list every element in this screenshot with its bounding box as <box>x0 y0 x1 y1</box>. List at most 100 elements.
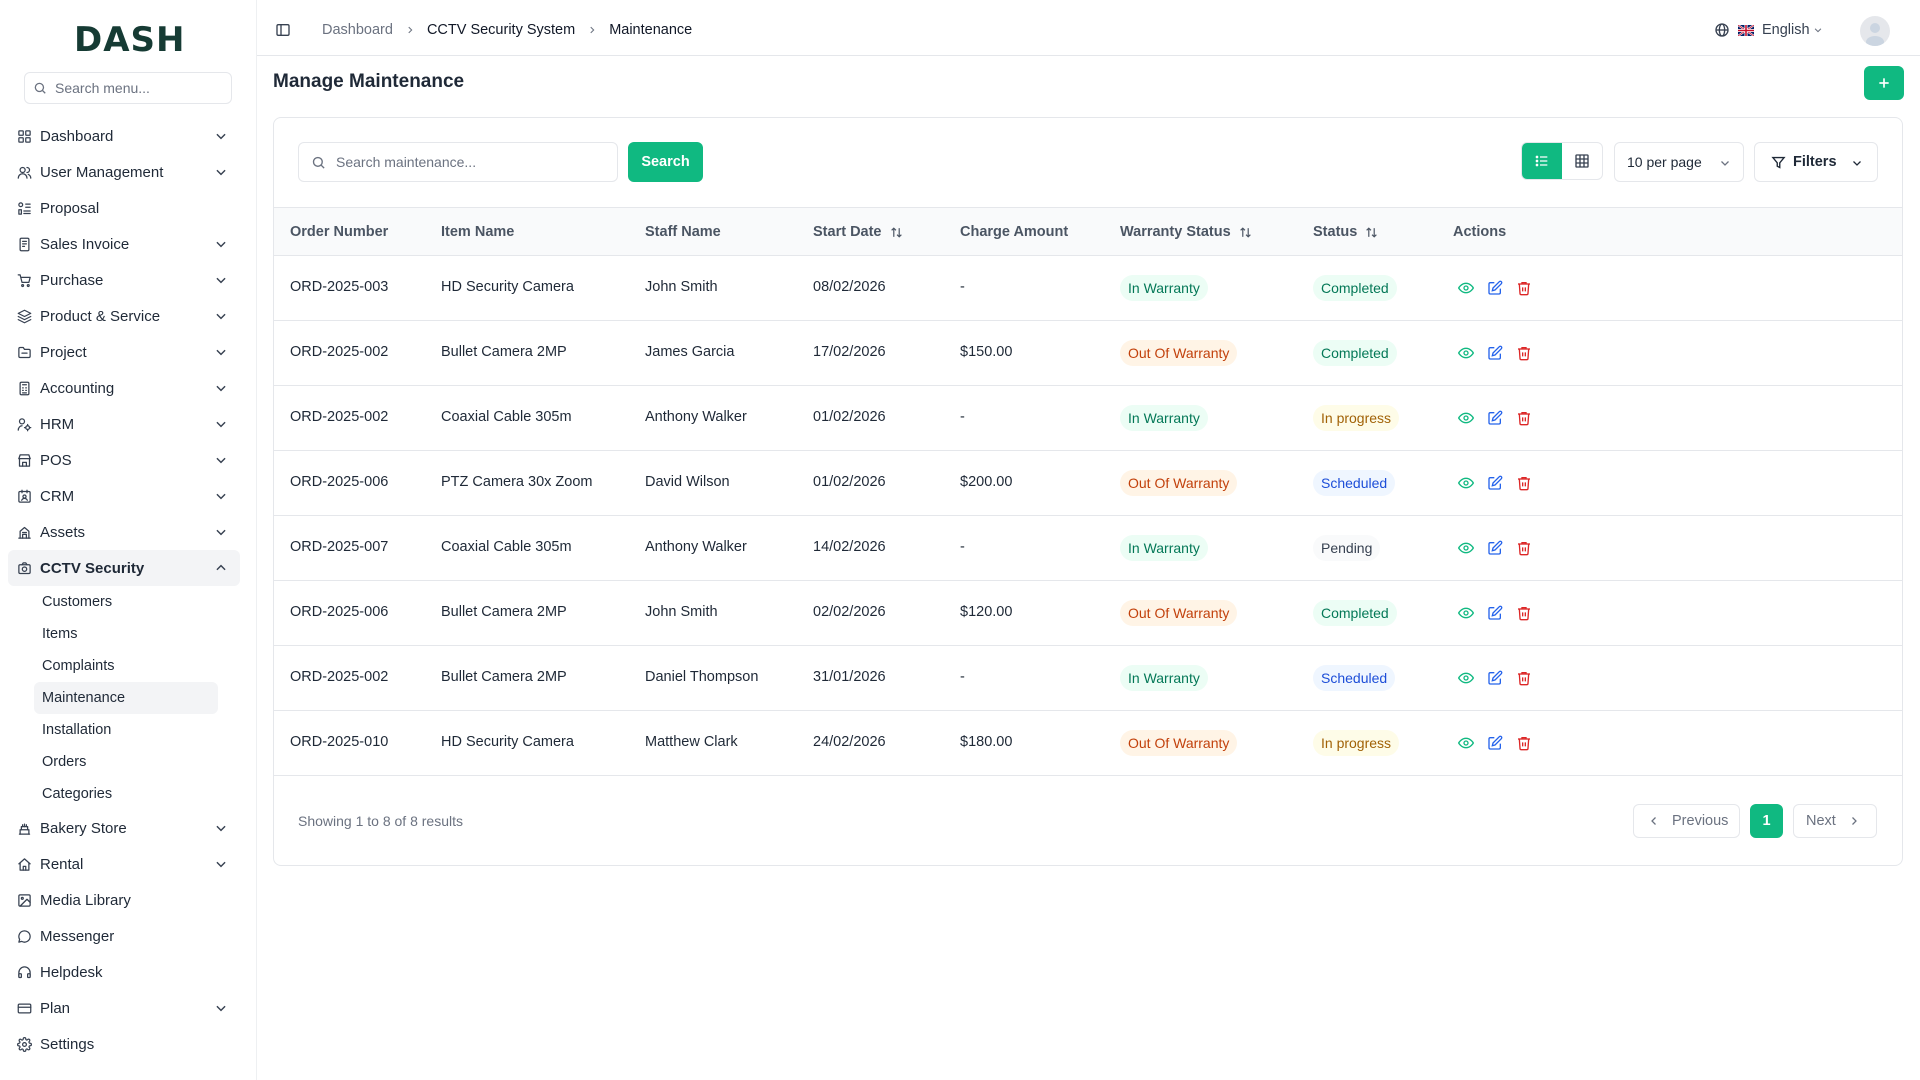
edit-button[interactable] <box>1486 539 1504 557</box>
column-start-date[interactable]: Start Date <box>813 224 903 240</box>
delete-button[interactable] <box>1515 604 1533 622</box>
view-button[interactable] <box>1457 539 1475 557</box>
delete-button[interactable] <box>1515 474 1533 492</box>
view-button[interactable] <box>1457 409 1475 427</box>
breadcrumb-cctv[interactable]: CCTV Security System <box>427 22 575 38</box>
hrm-icon <box>17 417 31 431</box>
sidebar-item-bakery-store[interactable]: Bakery Store <box>8 810 240 846</box>
chevron-down-icon <box>216 825 226 832</box>
edit-button[interactable] <box>1486 604 1504 622</box>
sidebar-item-plan[interactable]: Plan <box>8 990 240 1026</box>
invoice-icon <box>19 237 29 251</box>
sidebar-item-rental[interactable]: Rental <box>8 846 240 882</box>
edit-button[interactable] <box>1486 409 1504 427</box>
submenu-item-installation[interactable]: Installation <box>34 714 218 746</box>
edit-button[interactable] <box>1486 279 1504 297</box>
eye-icon <box>1458 477 1474 489</box>
sidebar-item-assets[interactable]: Assets <box>8 514 240 550</box>
previous-page-button[interactable]: Previous <box>1633 804 1740 838</box>
submenu-item-orders[interactable]: Orders <box>34 746 218 778</box>
sidebar-item-label: Plan <box>40 999 71 1017</box>
trash-icon <box>1518 412 1530 426</box>
edit-button[interactable] <box>1486 734 1504 752</box>
view-button[interactable] <box>1457 279 1475 297</box>
sidebar-item-label: Media Library <box>40 891 131 909</box>
warranty-badge: Out Of Warranty <box>1120 340 1238 366</box>
warranty-badge: In Warranty <box>1120 665 1208 691</box>
warranty-badge: In Warranty <box>1120 405 1208 431</box>
page-1-button[interactable]: 1 <box>1750 804 1783 838</box>
view-button[interactable] <box>1457 344 1475 362</box>
gear-icon <box>16 1036 32 1052</box>
sort-icon <box>1366 226 1378 238</box>
sidebar-item-crm[interactable]: CRM <box>8 478 240 514</box>
filters-button[interactable]: Filters <box>1754 142 1878 182</box>
sidebar-item-hrm[interactable]: HRM <box>8 406 240 442</box>
breadcrumb-dashboard[interactable]: Dashboard <box>322 22 393 38</box>
menu-search[interactable] <box>24 72 232 104</box>
edit-button[interactable] <box>1486 344 1504 362</box>
add-maintenance-button[interactable] <box>1864 66 1904 100</box>
edit-button[interactable] <box>1486 669 1504 687</box>
start-date: 17/02/2026 <box>813 344 886 360</box>
sidebar-item-messenger[interactable]: Messenger <box>8 918 240 954</box>
sidebar-item-purchase[interactable]: Purchase <box>8 262 240 298</box>
sidebar-item-dashboard[interactable]: Dashboard <box>8 118 240 154</box>
maintenance-search-input[interactable] <box>336 154 606 170</box>
menu-search-input[interactable] <box>55 80 215 96</box>
chevron-down-icon <box>216 493 226 500</box>
submenu-item-customers[interactable]: Customers <box>34 586 218 618</box>
view-button[interactable] <box>1457 474 1475 492</box>
search-button[interactable]: Search <box>628 142 703 182</box>
chevron-right-icon <box>408 26 413 34</box>
delete-button[interactable] <box>1515 734 1533 752</box>
view-button[interactable] <box>1457 734 1475 752</box>
submenu-item-items[interactable]: Items <box>34 618 218 650</box>
item-name: Bullet Camera 2MP <box>441 604 567 620</box>
per-page-select[interactable]: 10 per page <box>1614 142 1744 182</box>
avatar[interactable] <box>1860 16 1890 46</box>
submenu-item-categories[interactable]: Categories <box>34 778 218 810</box>
submenu-item-maintenance[interactable]: Maintenance <box>34 682 218 714</box>
submenu-item-complaints[interactable]: Complaints <box>34 650 218 682</box>
maintenance-search[interactable] <box>298 142 618 182</box>
edit-icon <box>1488 735 1503 750</box>
sidebar-item-label: Proposal <box>40 199 100 217</box>
logo[interactable]: DASH <box>74 20 185 60</box>
delete-button[interactable] <box>1515 409 1533 427</box>
sidebar-item-proposal[interactable]: Proposal <box>8 190 240 226</box>
sidebar-item-accounting[interactable]: Accounting <box>8 370 240 406</box>
language-selector[interactable]: English <box>1714 22 1823 38</box>
column-order-number: Order Number <box>290 224 389 240</box>
next-page-button[interactable]: Next <box>1793 804 1877 838</box>
sidebar-item-cctv-security[interactable]: CCTV Security <box>8 550 240 586</box>
delete-button[interactable] <box>1515 279 1533 297</box>
sidebar-item-sales-invoice[interactable]: Sales Invoice <box>8 226 240 262</box>
view-button[interactable] <box>1457 669 1475 687</box>
sidebar-item-helpdesk[interactable]: Helpdesk <box>8 954 240 990</box>
chevron-up-icon <box>216 564 226 571</box>
table-row: ORD-2025-006 PTZ Camera 30x Zoom David Wil… <box>274 451 1902 516</box>
edit-button[interactable] <box>1486 474 1504 492</box>
staff-name: James Garcia <box>645 344 735 360</box>
delete-button[interactable] <box>1515 669 1533 687</box>
sidebar-item-project[interactable]: Project <box>8 334 240 370</box>
column-warranty-status[interactable]: Warranty Status <box>1120 224 1252 240</box>
view-button[interactable] <box>1457 604 1475 622</box>
eye-icon <box>1458 542 1474 554</box>
maintenance-table: Order Number Item Name Staff Name Start Dat… <box>274 207 1902 776</box>
sidebar-item-pos[interactable]: POS <box>8 442 240 478</box>
per-page-label: 10 per page <box>1627 154 1702 170</box>
delete-button[interactable] <box>1515 344 1533 362</box>
sidebar-item-settings[interactable]: Settings <box>8 1026 240 1062</box>
sidebar-item-product-service[interactable]: Product & Service <box>8 298 240 334</box>
sidebar-item-user-management[interactable]: User Management <box>8 154 240 190</box>
column-status[interactable]: Status <box>1313 224 1378 240</box>
grid-view-button[interactable] <box>1562 143 1602 179</box>
charge-amount: $200.00 <box>960 474 1013 490</box>
sort-icon <box>890 226 902 238</box>
sidebar-toggle-icon[interactable] <box>275 22 291 38</box>
list-view-button[interactable] <box>1522 143 1562 179</box>
sidebar-item-media-library[interactable]: Media Library <box>8 882 240 918</box>
delete-button[interactable] <box>1515 539 1533 557</box>
